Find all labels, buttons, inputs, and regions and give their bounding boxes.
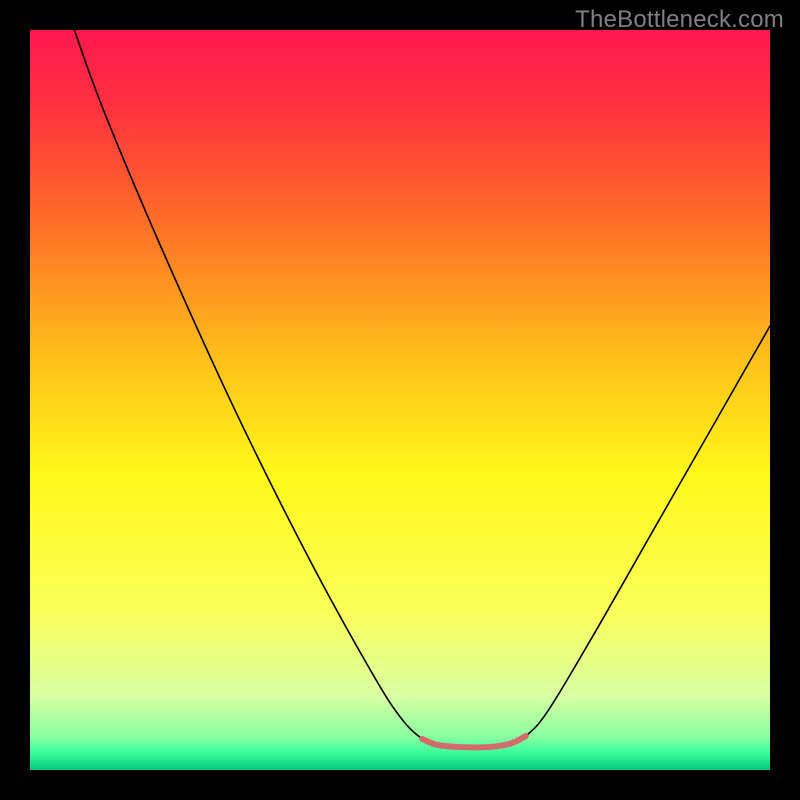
gradient-background — [30, 30, 770, 770]
plot-area — [30, 30, 770, 770]
bottleneck-chart — [30, 30, 770, 770]
watermark-text: TheBottleneck.com — [575, 6, 784, 34]
chart-frame: TheBottleneck.com — [0, 0, 800, 800]
